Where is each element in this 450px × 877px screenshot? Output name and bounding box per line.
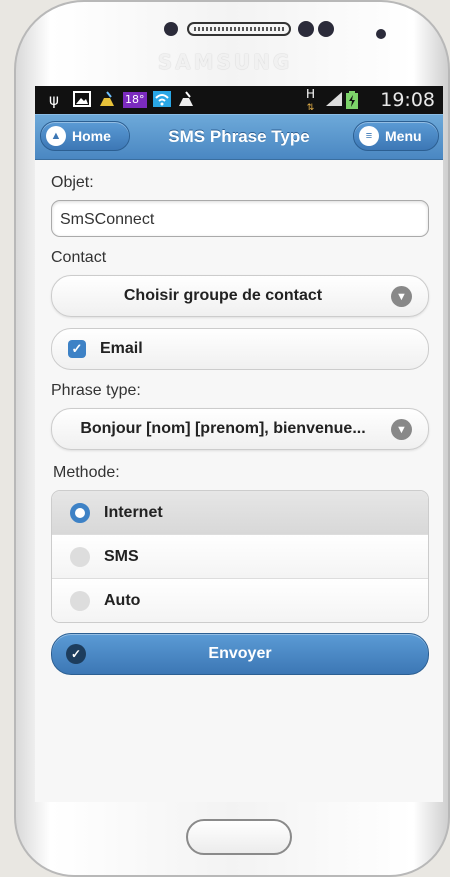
usb-icon: ψ [49, 91, 59, 109]
camera-lens-icon [376, 29, 386, 39]
status-bar: ψ 18° H ⇅ 19:08 [35, 86, 443, 114]
menu-button-label: Menu [385, 128, 422, 144]
chevron-down-icon: ▼ [391, 419, 412, 440]
hardware-home-button[interactable] [186, 819, 292, 855]
phrase-type-select-value: Bonjour [nom] [prenom], bienvenue... [80, 420, 366, 437]
radio-unselected-icon [70, 590, 90, 611]
earpiece-speaker [187, 22, 291, 36]
contact-select-value: Choisir groupe de contact [123, 287, 323, 304]
menu-button[interactable]: ≡ Menu [353, 121, 439, 151]
form-content: Objet: SmSConnect Contact Choisir groupe… [35, 174, 443, 675]
methode-label: Methode: [53, 464, 120, 481]
proximity-sensor-icon [298, 21, 314, 37]
network-type-label: H [306, 87, 316, 101]
battery-icon [346, 91, 358, 109]
radio-selected-icon [70, 502, 90, 523]
menu-icon: ≡ [359, 126, 379, 146]
radio-label: Internet [104, 503, 163, 521]
contact-label: Contact [51, 249, 107, 266]
contact-select[interactable]: Choisir groupe de contact ▼ [51, 275, 429, 317]
temperature-icon: 18° [123, 92, 147, 108]
cleaner-icon [98, 91, 116, 109]
wifi-icon [153, 91, 171, 109]
status-time: 19:08 [380, 89, 435, 111]
network-h-icon: H ⇅ [306, 87, 316, 113]
email-checkbox[interactable]: ✓ Email [51, 328, 429, 370]
methode-radio-group: Internet SMS Auto [51, 490, 429, 623]
radio-label: Auto [104, 591, 141, 609]
email-checkbox-label: Email [100, 340, 143, 357]
app-header: ▲ Home SMS Phrase Type ≡ Menu [35, 114, 443, 160]
image-icon [73, 91, 91, 109]
radio-option-auto[interactable]: Auto [52, 579, 428, 622]
objet-label: Objet: [51, 174, 94, 191]
check-icon: ✓ [66, 644, 86, 664]
signal-icon [325, 91, 343, 109]
phrase-type-select[interactable]: Bonjour [nom] [prenom], bienvenue... ▼ [51, 408, 429, 450]
radio-unselected-icon [70, 546, 90, 567]
objet-input[interactable]: SmSConnect [51, 200, 429, 237]
light-sensor-icon [318, 21, 334, 37]
radio-option-sms[interactable]: SMS [52, 535, 428, 579]
cleaner-icon [177, 91, 195, 109]
device-brand: SAMSUNG [157, 50, 293, 74]
radio-option-internet[interactable]: Internet [52, 491, 428, 535]
phrase-type-label: Phrase type: [51, 382, 141, 399]
envoyer-button-label: Envoyer [208, 645, 272, 662]
envoyer-button[interactable]: ✓ Envoyer [51, 633, 429, 675]
app-screen: ψ 18° H ⇅ 19:08 ▲ Home SMS Phrase Type ≡… [35, 86, 443, 802]
chevron-down-icon: ▼ [391, 286, 412, 307]
front-camera-icon [164, 22, 178, 36]
checkbox-checked-icon: ✓ [68, 340, 86, 358]
radio-label: SMS [104, 547, 139, 565]
